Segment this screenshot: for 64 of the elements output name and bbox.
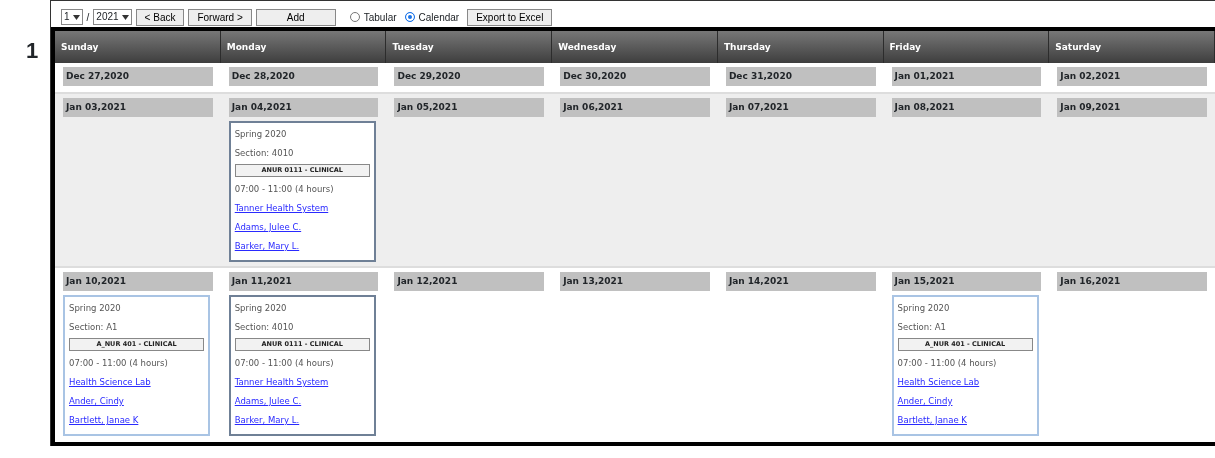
term-text: Spring 2020 xyxy=(69,302,122,315)
person-link[interactable]: Ander, Cindy xyxy=(69,396,124,406)
dropdown-caret-icon xyxy=(121,14,129,20)
date-header: Jan 02,2021 xyxy=(1057,67,1208,86)
time-text: 07:00 - 11:00 (4 hours) xyxy=(69,357,169,370)
time-text: 07:00 - 11:00 (4 hours) xyxy=(897,357,998,370)
date-separator: / xyxy=(86,10,90,25)
section-text: Section: A1 xyxy=(897,321,947,334)
date-header: Jan 12,2021 xyxy=(394,272,545,291)
date-header: Jan 09,2021 xyxy=(1057,98,1208,117)
day-header: Saturday xyxy=(1049,31,1215,63)
date-header: Jan 05,2021 xyxy=(394,98,545,117)
date-header: Jan 01,2021 xyxy=(891,67,1042,86)
day-header: Monday xyxy=(220,31,387,63)
view-radio[interactable]: Calendar xyxy=(404,9,460,25)
location-link[interactable]: Health Science Lab xyxy=(69,377,151,387)
person-link[interactable]: Adams, Julee C. xyxy=(234,222,302,232)
location-link[interactable]: Tanner Health System xyxy=(234,203,329,213)
year-select[interactable]: 2021 xyxy=(93,9,132,25)
date-header: Jan 16,2021 xyxy=(1057,272,1208,291)
person-link[interactable]: Bartlett, Janae K xyxy=(69,415,139,425)
date-header: Jan 13,2021 xyxy=(560,272,710,291)
day-header: Sunday xyxy=(55,31,221,63)
date-header: Jan 07,2021 xyxy=(725,98,876,117)
add-button[interactable]: Add xyxy=(255,8,336,26)
day-header: Tuesday xyxy=(386,31,553,63)
term-text: Spring 2020 xyxy=(234,128,288,141)
page-number: 1 xyxy=(25,37,40,65)
day-header: Wednesday xyxy=(552,31,718,63)
section-text: Section: A1 xyxy=(69,321,119,334)
person-link[interactable]: Bartlett, Janae K xyxy=(897,415,967,425)
date-header: Dec 31,2020 xyxy=(725,67,876,86)
person-link[interactable]: Barker, Mary L. xyxy=(234,241,300,251)
view-radio[interactable]: Tabular xyxy=(349,9,397,25)
date-header: Dec 27,2020 xyxy=(63,67,213,86)
location-link[interactable]: Tanner Health System xyxy=(234,377,329,387)
date-header: Jan 03,2021 xyxy=(63,98,213,117)
section-text: Section: 4010 xyxy=(234,321,295,334)
date-header: Jan 11,2021 xyxy=(228,272,379,291)
date-header: Jan 08,2021 xyxy=(891,98,1042,117)
person-link[interactable]: Adams, Julee C. xyxy=(234,396,302,406)
day-header: Friday xyxy=(883,31,1050,63)
person-link[interactable]: Ander, Cindy xyxy=(897,396,953,406)
back-button[interactable]: < Back xyxy=(135,8,185,26)
term-text: Spring 2020 xyxy=(234,302,288,315)
date-header: Jan 14,2021 xyxy=(725,272,876,291)
date-header: Dec 28,2020 xyxy=(228,67,379,86)
dropdown-caret-icon xyxy=(72,14,80,20)
date-header: Jan 15,2021 xyxy=(891,272,1042,291)
month-select[interactable]: 1 xyxy=(61,9,83,25)
date-header: Jan 04,2021 xyxy=(228,98,379,117)
date-header: Dec 30,2020 xyxy=(560,67,710,86)
time-text: 07:00 - 11:00 (4 hours) xyxy=(234,183,335,196)
forward-button[interactable]: Forward > xyxy=(188,8,252,26)
export-button[interactable]: Export to Excel xyxy=(467,8,553,26)
date-header: Jan 10,2021 xyxy=(63,272,213,291)
time-text: 07:00 - 11:00 (4 hours) xyxy=(234,357,335,370)
date-header: Dec 29,2020 xyxy=(394,67,545,86)
section-text: Section: 4010 xyxy=(234,147,295,160)
day-header: Thursday xyxy=(717,31,884,63)
term-text: Spring 2020 xyxy=(897,302,951,315)
location-link[interactable]: Health Science Lab xyxy=(897,377,980,387)
date-header: Jan 06,2021 xyxy=(560,98,710,117)
person-link[interactable]: Barker, Mary L. xyxy=(234,415,300,425)
